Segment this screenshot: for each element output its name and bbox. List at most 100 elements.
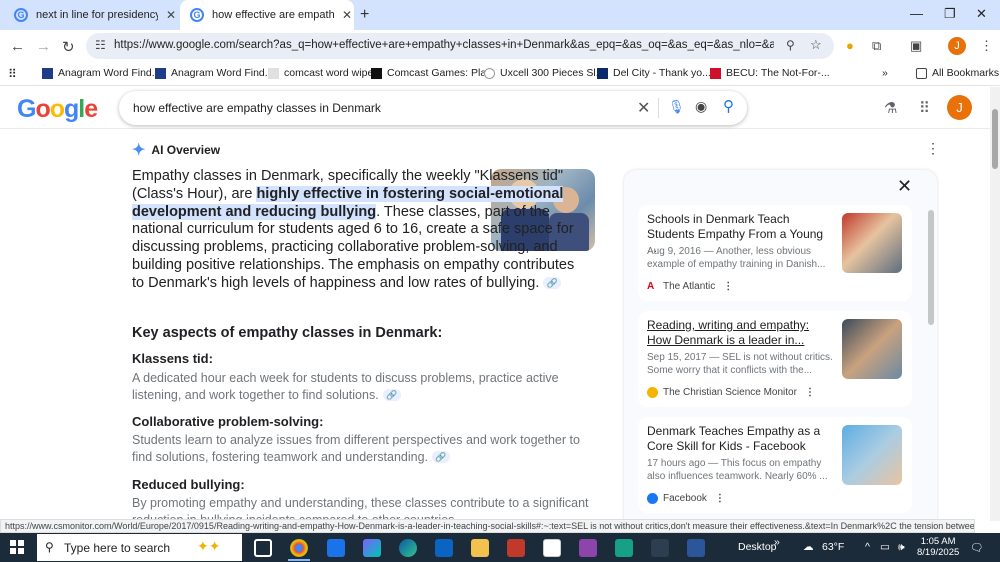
voice-search-icon[interactable]: 🎙 — [668, 99, 685, 115]
profile-avatar[interactable]: J — [948, 37, 966, 55]
link-icon[interactable]: 🔗 — [543, 276, 562, 289]
app-dark-icon[interactable] — [651, 539, 669, 557]
tab-empathy-search[interactable]: G how effective are empathy classes ✕ — [180, 0, 354, 30]
lens-camera-icon[interactable]: ◉ — [695, 98, 707, 115]
source-thumbnail — [842, 213, 902, 273]
reload-icon[interactable]: ↻ — [62, 38, 75, 56]
source-snippet: 17 hours ago — This focus on empathy als… — [647, 458, 828, 482]
bookmark-anagram-2[interactable]: Anagram Word Find... — [155, 67, 274, 79]
all-bookmarks[interactable]: All Bookmarks — [916, 67, 999, 79]
search-icon[interactable]: ⚲ — [723, 97, 734, 115]
page-scrollbar-thumb[interactable] — [992, 109, 998, 169]
aspect-text: A dedicated hour each week for students … — [132, 371, 559, 402]
notifications-icon[interactable]: 🗨 — [970, 541, 983, 554]
menu-kebab-icon[interactable]: ⋮ — [980, 38, 993, 54]
apps-icon[interactable]: ⠿ — [8, 67, 17, 81]
browser-tab-strip: G next in line for presidency after ✕ G … — [0, 0, 1000, 30]
source-menu-icon[interactable]: ⋮ — [805, 387, 815, 398]
expand-toolbar-icon[interactable]: » — [774, 536, 780, 548]
bookmark-comcast-word-wipe[interactable]: comcast word wipe — [268, 67, 373, 79]
edge-icon[interactable] — [399, 539, 417, 557]
atlantic-logo-icon: A — [647, 281, 658, 292]
bookmark-uxcell[interactable]: Uxcell 300 Pieces Sl... — [484, 67, 604, 79]
source-title[interactable]: Denmark Teaches Empathy as a Core Skill … — [647, 424, 835, 453]
google-header: Google how effective are empathy classes… — [0, 87, 990, 129]
location-icon[interactable]: ⚲ — [786, 38, 795, 52]
forward-icon[interactable]: → — [36, 38, 51, 55]
search-results: ✦ AI Overview ⋮ Empathy classes in Denma… — [0, 130, 990, 520]
system-clock[interactable]: 1:05 AM 8/19/2025 — [917, 536, 959, 558]
link-icon[interactable]: 🔗 — [382, 389, 401, 402]
address-url[interactable]: https://www.google.com/search?as_q=how+e… — [114, 39, 774, 51]
taskbar-search-placeholder: Type here to search — [64, 541, 171, 555]
app-purple-icon[interactable] — [579, 539, 597, 557]
minimize-icon[interactable]: — — [910, 6, 923, 21]
bookmark-star-icon[interactable]: ☆ — [810, 37, 822, 53]
source-title[interactable]: Reading, writing and empathy: How Denmar… — [647, 318, 835, 347]
volume-icon[interactable]: 🕪 — [898, 541, 905, 554]
source-publisher: Facebook ⋮ — [647, 493, 725, 504]
outlook-icon[interactable] — [435, 539, 453, 557]
task-view-icon[interactable] — [254, 539, 272, 557]
bookmark-favicon-icon — [371, 67, 382, 79]
show-hidden-icons-icon[interactable]: ^ — [865, 541, 870, 553]
file-explorer-icon[interactable] — [471, 539, 489, 557]
google-logo[interactable]: Google — [17, 95, 98, 124]
account-avatar[interactable]: J — [947, 95, 972, 120]
search-input[interactable]: how effective are empathy classes in Den… — [133, 101, 381, 115]
bookmark-anagram-1[interactable]: Anagram Word Find... — [42, 67, 161, 79]
bookmark-becu[interactable]: BECU: The Not-For-... — [710, 67, 830, 79]
source-card[interactable]: Schools in Denmark Teach Students Empath… — [638, 205, 912, 301]
tab-search-icon[interactable]: ▣ — [910, 38, 922, 54]
search-divider — [658, 98, 659, 118]
source-menu-icon[interactable]: ⋮ — [715, 493, 725, 504]
ai-overview-title: AI Overview — [151, 143, 221, 157]
app-teal-icon[interactable] — [615, 539, 633, 557]
sparkle-icon: ✦ — [132, 142, 146, 159]
network-icon[interactable]: ▭ — [880, 541, 890, 553]
tab-presidency[interactable]: G next in line for presidency after ✕ — [8, 0, 180, 30]
bookmark-comcast-games[interactable]: Comcast Games: Pla... — [371, 67, 495, 79]
aspect-title: Reduced bullying: — [132, 477, 245, 492]
desktop-toolbar-label[interactable]: Desktop — [738, 541, 777, 553]
source-menu-icon[interactable]: ⋮ — [723, 281, 733, 292]
close-tab-icon[interactable]: ✕ — [166, 8, 176, 22]
clear-search-icon[interactable]: ✕ — [637, 98, 650, 118]
bookmark-favicon-icon — [597, 67, 608, 79]
source-card[interactable]: Reading, writing and empathy: How Denmar… — [638, 311, 912, 407]
copilot-icon[interactable] — [363, 539, 381, 557]
new-tab-icon[interactable]: + — [360, 6, 369, 24]
address-bar[interactable]: ☷ https://www.google.com/search?as_q=how… — [86, 33, 834, 59]
more-bookmarks-icon[interactable]: » — [882, 67, 888, 79]
screen: G next in line for presidency after ✕ G … — [0, 0, 1000, 562]
app-red-icon[interactable] — [507, 539, 525, 557]
site-info-icon[interactable]: ☷ — [95, 38, 106, 52]
restore-icon[interactable]: ❐ — [944, 6, 956, 22]
close-tab-icon[interactable]: ✕ — [342, 8, 352, 22]
windows-start-icon[interactable] — [10, 540, 24, 554]
close-window-icon[interactable]: ✕ — [976, 6, 987, 22]
aspect-text: By promoting empathy and understanding, … — [132, 496, 589, 520]
more-options-icon[interactable]: ⋮ — [926, 140, 940, 157]
weather-temp[interactable]: 63°F — [822, 541, 844, 553]
calendar-app-icon[interactable] — [327, 539, 345, 557]
source-card[interactable]: Denmark Teaches Empathy as a Core Skill … — [638, 417, 912, 513]
search-box[interactable]: how effective are empathy classes in Den… — [119, 91, 747, 125]
labs-flask-icon[interactable]: ⚗ — [884, 99, 897, 117]
bookmark-del-city[interactable]: Del City - Thank yo... — [597, 67, 711, 79]
extension-honey-icon[interactable]: ● — [846, 38, 854, 53]
link-icon[interactable]: 🔗 — [432, 451, 451, 464]
panel-scrollbar[interactable] — [928, 210, 934, 325]
extensions-icon[interactable]: ⧉ — [872, 38, 881, 54]
taskbar-search[interactable]: ⚲ Type here to search ✦✦ — [37, 534, 242, 561]
app-photo-icon[interactable] — [543, 539, 561, 557]
chrome-icon[interactable] — [290, 539, 308, 557]
word-icon[interactable] — [687, 539, 705, 557]
tab-title: next in line for presidency after — [36, 9, 158, 21]
back-icon[interactable]: ← — [10, 38, 25, 55]
close-panel-icon[interactable]: ✕ — [897, 176, 912, 197]
aspect-text: Students learn to analyze issues from di… — [132, 433, 580, 464]
page-scrollbar[interactable] — [990, 87, 1000, 521]
weather-icon[interactable]: ☁ — [803, 541, 814, 553]
google-apps-icon[interactable]: ⠿ — [919, 99, 930, 117]
